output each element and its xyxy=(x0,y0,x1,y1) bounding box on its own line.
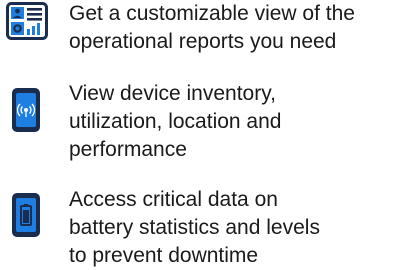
feature-text: Access critical data on battery statisti… xyxy=(69,186,389,270)
device-battery-icon xyxy=(10,191,42,239)
feature-text: Get a customizable view of the operation… xyxy=(69,0,389,56)
reports-dashboard-icon xyxy=(6,2,48,40)
feature-line: operational reports you need xyxy=(69,30,337,53)
feature-line: Get a customizable view of the xyxy=(69,2,355,25)
feature-line: Access critical data on xyxy=(69,188,278,211)
device-signal-icon xyxy=(10,86,42,134)
feature-line: to prevent downtime xyxy=(69,244,259,267)
feature-line: performance xyxy=(69,138,187,161)
feature-text: View device inventory, utilization, loca… xyxy=(69,80,389,164)
feature-line: View device inventory, xyxy=(69,82,276,105)
feature-line: battery statistics and levels xyxy=(69,216,320,239)
feature-line: utilization, location and xyxy=(69,110,282,133)
